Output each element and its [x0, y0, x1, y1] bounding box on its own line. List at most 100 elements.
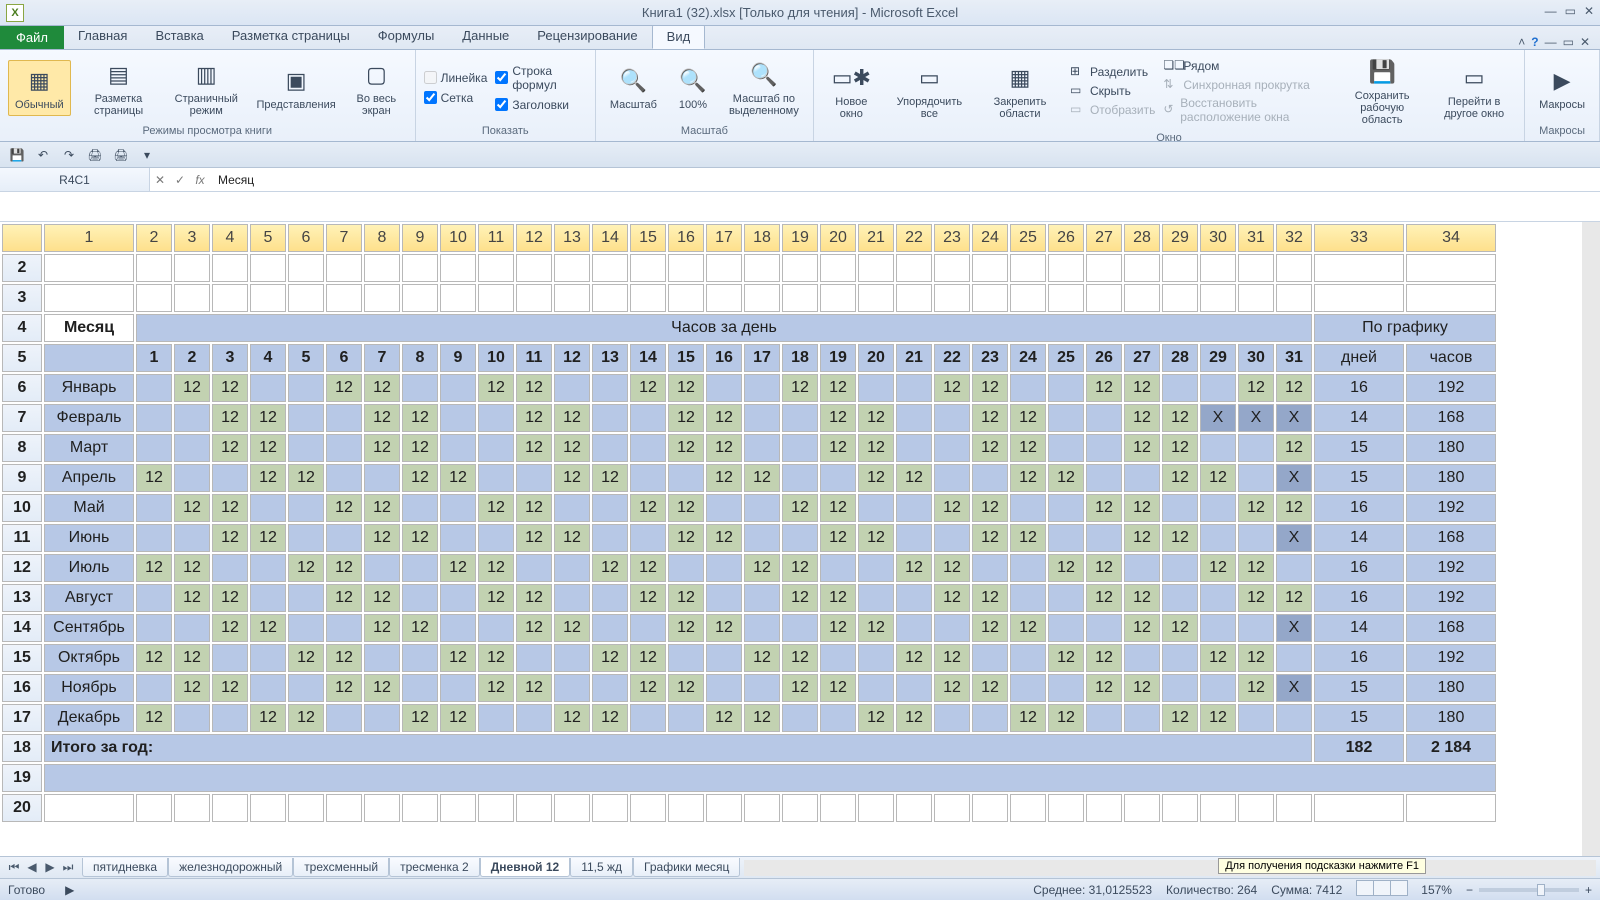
cell[interactable]: [402, 674, 438, 702]
cell[interactable]: [706, 494, 742, 522]
row-header[interactable]: 16: [2, 674, 42, 702]
cell[interactable]: [858, 794, 894, 822]
cell[interactable]: [44, 284, 134, 312]
cell[interactable]: 180: [1406, 464, 1496, 492]
cell[interactable]: [1086, 254, 1122, 282]
cell[interactable]: 12: [1200, 644, 1236, 672]
cell[interactable]: [478, 284, 514, 312]
cell[interactable]: Октябрь: [44, 644, 134, 672]
cell[interactable]: [554, 644, 590, 672]
cell[interactable]: 12: [402, 434, 438, 462]
cell[interactable]: [212, 284, 248, 312]
cell[interactable]: [744, 404, 780, 432]
cell[interactable]: [592, 524, 628, 552]
ribbon-minimize-icon[interactable]: ˄: [1518, 35, 1525, 49]
cell[interactable]: [934, 284, 970, 312]
cell[interactable]: [1238, 284, 1274, 312]
cell[interactable]: 12: [1162, 524, 1198, 552]
cell[interactable]: [1124, 644, 1160, 672]
cell[interactable]: 168: [1406, 524, 1496, 552]
cell[interactable]: [1162, 644, 1198, 672]
cell[interactable]: Январь: [44, 374, 134, 402]
column-header[interactable]: 33: [1314, 224, 1404, 252]
cell[interactable]: [1238, 614, 1274, 642]
cell[interactable]: [136, 584, 172, 612]
cell[interactable]: 12: [516, 614, 552, 642]
cell[interactable]: [706, 584, 742, 612]
arrange-all-button[interactable]: ▭Упорядочить все: [889, 58, 970, 124]
cell[interactable]: [782, 254, 818, 282]
cell[interactable]: X: [1200, 404, 1236, 432]
sheet-tab[interactable]: пятидневка: [82, 858, 168, 877]
cell[interactable]: [896, 374, 932, 402]
cell[interactable]: 12: [934, 374, 970, 402]
cell[interactable]: [174, 524, 210, 552]
cell[interactable]: Май: [44, 494, 134, 522]
zoom-out-icon[interactable]: −: [1466, 883, 1473, 897]
zoom-slider[interactable]: − +: [1466, 883, 1592, 897]
cell[interactable]: Июнь: [44, 524, 134, 552]
cell[interactable]: [1010, 674, 1046, 702]
cell[interactable]: 12: [212, 374, 248, 402]
cell[interactable]: 12: [1162, 704, 1198, 732]
cell[interactable]: 16: [706, 344, 742, 372]
cell[interactable]: 26: [1086, 344, 1122, 372]
cell[interactable]: [1200, 584, 1236, 612]
cell[interactable]: [934, 404, 970, 432]
cell[interactable]: 12: [782, 494, 818, 522]
cell[interactable]: 12: [820, 404, 856, 432]
cell[interactable]: [934, 464, 970, 492]
cell[interactable]: [706, 644, 742, 672]
cell[interactable]: 12: [364, 374, 400, 402]
cell[interactable]: [934, 254, 970, 282]
cell[interactable]: [934, 704, 970, 732]
cell[interactable]: [250, 584, 286, 612]
cell[interactable]: 12: [364, 434, 400, 462]
cell[interactable]: 15: [1314, 704, 1404, 732]
cell[interactable]: [592, 674, 628, 702]
cell[interactable]: 12: [1276, 494, 1312, 522]
tab-next-icon[interactable]: ▶: [42, 860, 58, 875]
cell[interactable]: [516, 554, 552, 582]
cell[interactable]: 12: [1200, 464, 1236, 492]
cell[interactable]: По графику: [1314, 314, 1496, 342]
cell[interactable]: [896, 494, 932, 522]
cell[interactable]: 16: [1314, 584, 1404, 612]
cell[interactable]: 12: [630, 554, 666, 582]
cell[interactable]: [516, 464, 552, 492]
cell[interactable]: [1276, 704, 1312, 732]
column-header[interactable]: 18: [744, 224, 780, 252]
cell[interactable]: 12: [820, 434, 856, 462]
cell[interactable]: X: [1238, 404, 1274, 432]
cell[interactable]: 12: [440, 464, 476, 492]
cell[interactable]: 12: [668, 374, 704, 402]
cell[interactable]: 12: [1086, 374, 1122, 402]
view-page-layout-button[interactable]: ▤Разметка страницы: [79, 55, 159, 121]
cell[interactable]: 8: [402, 344, 438, 372]
column-header[interactable]: 24: [972, 224, 1008, 252]
side-by-side-button[interactable]: ❏❏Рядом: [1163, 58, 1332, 74]
doc-close-icon[interactable]: ✕: [1580, 35, 1590, 49]
cell[interactable]: [1048, 494, 1084, 522]
cell[interactable]: 12: [1048, 704, 1084, 732]
cell[interactable]: [706, 794, 742, 822]
cell[interactable]: 12: [1238, 494, 1274, 522]
cell[interactable]: [782, 614, 818, 642]
cell[interactable]: 12: [1238, 674, 1274, 702]
cell[interactable]: 14: [1314, 404, 1404, 432]
cell[interactable]: [1276, 794, 1312, 822]
cell[interactable]: [820, 794, 856, 822]
cell[interactable]: [1010, 794, 1046, 822]
cell[interactable]: 12: [1048, 554, 1084, 582]
cell[interactable]: 12: [858, 614, 894, 642]
cell[interactable]: 12: [782, 584, 818, 612]
cell[interactable]: Февраль: [44, 404, 134, 432]
cell[interactable]: 12: [402, 614, 438, 642]
cell[interactable]: [782, 524, 818, 552]
cell[interactable]: 192: [1406, 584, 1496, 612]
column-header[interactable]: 31: [1238, 224, 1274, 252]
cell[interactable]: [1086, 704, 1122, 732]
cell[interactable]: часов: [1406, 344, 1496, 372]
ribbon-tab[interactable]: Разметка страницы: [218, 24, 364, 49]
cell[interactable]: [1124, 284, 1160, 312]
